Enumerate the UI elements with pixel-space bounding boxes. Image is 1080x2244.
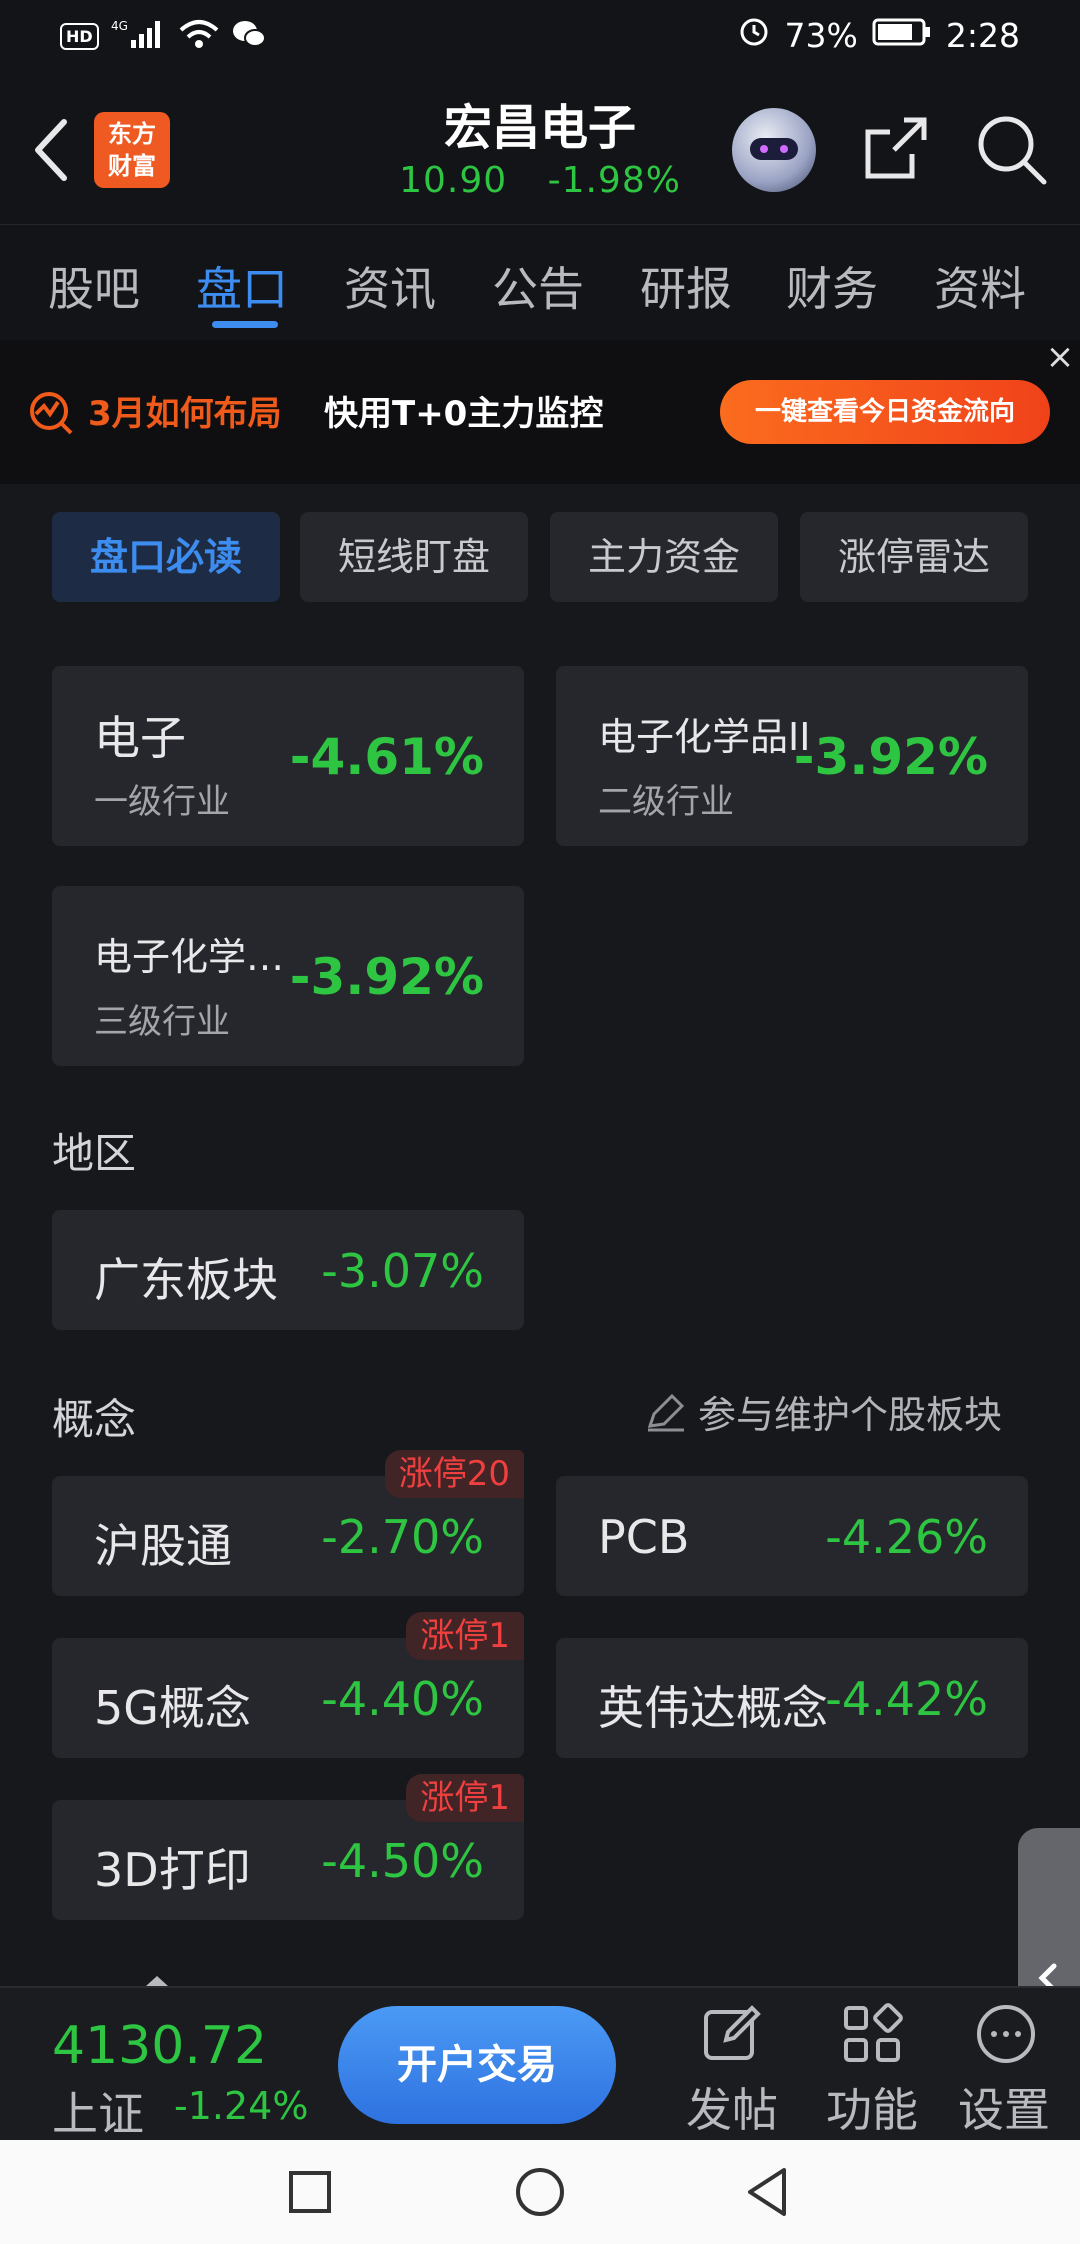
settings-label: 设置 <box>958 2083 1050 2137</box>
concept-name: 5G概念 <box>94 1681 251 1735</box>
tab-research[interactable]: 研报 <box>640 253 732 319</box>
network-type-label: 4G <box>111 19 128 33</box>
index-change: -1.24% <box>174 2084 309 2128</box>
industry-level: 一级行业 <box>94 782 230 822</box>
alarm-icon <box>737 14 771 56</box>
open-account-trade-button[interactable]: 开户交易 <box>338 2006 616 2124</box>
subtab-must-read[interactable]: 盘口必读 <box>52 512 280 602</box>
limit-up-badge: 涨停20 <box>384 1450 524 1498</box>
post-label: 发帖 <box>686 2083 778 2137</box>
industry-name: 电子化学… <box>94 935 285 979</box>
bottom-toolbar: 4130.72 上证 -1.24% 开户交易 发帖 功能 设置 <box>0 1976 1080 2141</box>
region-change: -3.07% <box>321 1244 484 1298</box>
active-tab-indicator <box>212 321 278 328</box>
back-nav-icon[interactable] <box>744 2166 792 2218</box>
tab-finance[interactable]: 财务 <box>786 253 878 319</box>
concept-chip[interactable]: 沪股通 -2.70% 涨停20 <box>52 1450 524 1596</box>
concept-change: -2.70% <box>321 1510 484 1564</box>
concept-chip[interactable]: PCB -4.26% <box>556 1476 1028 1596</box>
stock-tabs: 股吧 盘口 资讯 公告 研报 财务 资料 <box>0 224 1080 340</box>
concept-chip[interactable]: 5G概念 -4.40% 涨停1 <box>52 1612 524 1758</box>
industry-name: 电子 <box>94 711 186 765</box>
stock-quote: 10.90 -1.98% <box>380 160 700 201</box>
settings-button[interactable]: 设置 <box>950 2002 1080 2140</box>
industry-level: 二级行业 <box>598 782 734 822</box>
concept-name: 英伟达概念 <box>598 1681 828 1735</box>
signal-icon: 4G <box>111 18 167 54</box>
stock-change-percent: -1.98% <box>547 160 681 201</box>
expand-up-icon[interactable] <box>142 1974 172 1988</box>
back-icon[interactable] <box>24 110 80 190</box>
subtab-short-term[interactable]: 短线盯盘 <box>300 512 528 602</box>
wechat-icon <box>231 18 267 54</box>
status-bar: HD 4G 73% 2:28 <box>0 0 1080 74</box>
industry-card[interactable]: 电子 一级行业 -4.61% <box>52 666 524 846</box>
search-icon[interactable] <box>972 110 1052 190</box>
promo-banner[interactable]: 3月如何布局 快用T+0主力监控 一键查看今日资金流向 × <box>0 340 1080 484</box>
tab-order-book[interactable]: 盘口 <box>196 253 288 319</box>
concept-chip[interactable]: 英伟达概念 -4.42% <box>556 1638 1028 1758</box>
edit-icon <box>700 2002 764 2066</box>
more-icon <box>974 2002 1038 2066</box>
tab-announcements[interactable]: 公告 <box>492 253 584 319</box>
index-value[interactable]: 4130.72 <box>52 2016 267 2076</box>
concept-change: -4.26% <box>825 1510 988 1564</box>
industry-card[interactable]: 电子化学… 三级行业 -3.92% <box>52 886 524 1066</box>
limit-up-badge: 涨停1 <box>406 1612 524 1660</box>
banner-headline: 3月如何布局 <box>88 394 282 434</box>
system-navigation-bar <box>0 2140 1080 2244</box>
edit-icon <box>647 1393 685 1431</box>
industry-card[interactable]: 电子化学品II 二级行业 -3.92% <box>556 666 1028 846</box>
industry-name: 电子化学品II <box>598 715 811 759</box>
logo-line2: 财富 <box>108 152 156 180</box>
subtab-limit-radar[interactable]: 涨停雷达 <box>800 512 1028 602</box>
stock-header: 东方 财富 宏昌电子 10.90 -1.98% <box>0 74 1080 224</box>
index-name[interactable]: 上证 <box>52 2078 144 2144</box>
concept-change: -4.50% <box>321 1834 484 1888</box>
tab-news[interactable]: 资讯 <box>344 253 436 319</box>
concept-chip[interactable]: 3D打印 -4.50% 涨停1 <box>52 1774 524 1920</box>
close-icon[interactable]: × <box>1042 340 1078 376</box>
hd-icon: HD <box>60 22 99 50</box>
stock-price: 10.90 <box>399 160 508 201</box>
concept-name: PCB <box>598 1510 690 1564</box>
functions-button[interactable]: 功能 <box>812 2002 932 2140</box>
concept-change: -4.42% <box>825 1672 988 1726</box>
post-button[interactable]: 发帖 <box>672 2002 792 2140</box>
monitor-chart-icon <box>28 390 74 436</box>
industry-change: -4.61% <box>289 728 484 786</box>
industry-change: -3.92% <box>793 728 988 786</box>
region-chip[interactable]: 广东板块 -3.07% <box>52 1210 524 1330</box>
logo-line1: 东方 <box>108 120 156 148</box>
recent-apps-icon[interactable] <box>288 2170 332 2214</box>
tab-forum[interactable]: 股吧 <box>48 253 140 319</box>
region-title: 地区 <box>52 1129 137 1178</box>
app-logo[interactable]: 东方 财富 <box>94 112 170 188</box>
share-icon[interactable] <box>858 110 934 186</box>
subtab-main-funds[interactable]: 主力资金 <box>550 512 778 602</box>
banner-subtext: 快用T+0主力监控 <box>324 394 604 434</box>
tab-profile[interactable]: 资料 <box>934 253 1026 319</box>
region-name: 广东板块 <box>94 1253 278 1307</box>
concept-name: 3D打印 <box>94 1843 251 1897</box>
concept-name: 沪股通 <box>94 1519 232 1573</box>
robot-assistant-icon[interactable] <box>732 108 816 192</box>
battery-percent: 73% <box>784 15 858 55</box>
maintain-sector-link[interactable]: 参与维护个股板块 <box>644 1384 1002 1439</box>
limit-up-badge: 涨停1 <box>406 1774 524 1822</box>
stock-name: 宏昌电子 <box>443 100 636 156</box>
fund-flow-button[interactable]: 一键查看今日资金流向 <box>720 380 1050 444</box>
battery-icon <box>872 16 932 55</box>
concept-title: 概念 <box>52 1395 137 1444</box>
wifi-icon <box>179 18 219 54</box>
concept-change: -4.40% <box>321 1672 484 1726</box>
grid-icon <box>840 2002 904 2066</box>
home-icon[interactable] <box>514 2166 566 2218</box>
maintain-label: 参与维护个股板块 <box>698 1393 1003 1437</box>
clock-time: 2:28 <box>945 15 1020 55</box>
functions-label: 功能 <box>826 2083 918 2137</box>
industry-level: 三级行业 <box>94 1002 230 1042</box>
industry-change: -3.92% <box>289 948 484 1006</box>
